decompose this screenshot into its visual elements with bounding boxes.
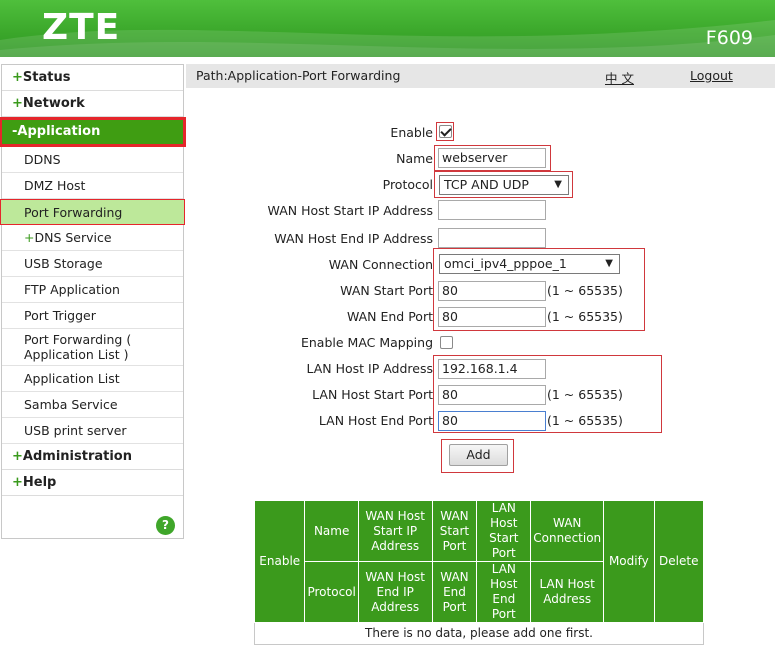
wan-start-port-range: (1 ~ 65535) bbox=[547, 283, 623, 298]
sidebar-item-label: Application List ) bbox=[24, 347, 129, 362]
sidebar-item-label: Port Forwarding bbox=[24, 205, 123, 220]
nav-administration-label: Administration bbox=[22, 449, 132, 464]
wan-start-port-label: WAN Start Port bbox=[340, 283, 433, 298]
wan-connection-select[interactable]: omci_ipv4_pppoe_1 ▼ bbox=[439, 254, 620, 274]
lan-end-port-label: LAN Host End Port bbox=[318, 413, 433, 428]
sidebar-item-application-list[interactable]: Application List bbox=[2, 366, 183, 392]
dropdown-arrow-icon: ▼ bbox=[554, 179, 562, 190]
col-wan-start-ip: WAN Host Start IP Address bbox=[357, 500, 433, 562]
add-button[interactable]: Add bbox=[449, 444, 508, 466]
breadcrumb: Path:Application-Port Forwarding bbox=[196, 68, 401, 83]
nav-status-label: Status bbox=[22, 70, 71, 85]
sidebar-item-port-forwarding-app-list[interactable]: Port Forwarding (Application List ) bbox=[2, 329, 183, 366]
mac-mapping-label: Enable MAC Mapping bbox=[300, 335, 433, 350]
sidebar-item-label: Port Forwarding ( bbox=[24, 332, 132, 347]
expand-plus-icon: + bbox=[12, 96, 23, 111]
wan-connection-selected-value: omci_ipv4_pppoe_1 bbox=[444, 256, 567, 271]
sidebar-item-label: Application List bbox=[24, 371, 120, 386]
lan-ip-input[interactable]: 192.168.1.4 bbox=[438, 359, 546, 379]
col-wan-connection: WAN Connection bbox=[530, 500, 605, 562]
protocol-select[interactable]: TCP AND UDP ▼ bbox=[439, 175, 569, 195]
language-link[interactable]: 中 文 bbox=[605, 68, 634, 87]
model-name: F609 bbox=[705, 27, 753, 49]
expand-plus-icon: + bbox=[12, 449, 23, 464]
wan-start-port-input[interactable]: 80 bbox=[438, 281, 546, 301]
sidebar-item-label: USB Storage bbox=[24, 256, 103, 271]
sidebar-item-label: DMZ Host bbox=[24, 178, 86, 193]
nav-network-label: Network bbox=[22, 96, 85, 111]
nav-application[interactable]: -Application bbox=[0, 117, 186, 147]
wan-end-port-range: (1 ~ 65535) bbox=[547, 309, 623, 324]
wan-end-port-label: WAN End Port bbox=[346, 309, 433, 324]
col-protocol: Protocol bbox=[304, 561, 359, 623]
port-forwarding-table: Enable Name WAN Host Start IP Address WA… bbox=[253, 500, 705, 645]
col-modify: Modify bbox=[603, 500, 655, 623]
col-name: Name bbox=[304, 500, 359, 562]
nav-status[interactable]: +Status bbox=[2, 65, 183, 91]
nav-help-label: Help bbox=[22, 475, 57, 490]
nav-network[interactable]: +Network bbox=[2, 91, 183, 117]
sidebar-item-port-trigger[interactable]: Port Trigger bbox=[2, 303, 183, 329]
col-wan-start-port: WAN Start Port bbox=[431, 500, 478, 562]
nav-administration[interactable]: +Administration bbox=[2, 444, 183, 470]
sidebar-item-ftp-application[interactable]: FTP Application bbox=[2, 277, 183, 303]
sidebar-item-dns-service[interactable]: +DNS Service bbox=[2, 225, 183, 251]
nav-help[interactable]: +Help bbox=[2, 470, 183, 496]
sidebar-item-label: DNS Service bbox=[34, 230, 112, 245]
wan-start-ip-label: WAN Host Start IP Address bbox=[267, 203, 433, 218]
sidebar-item-ddns[interactable]: DDNS bbox=[2, 147, 183, 173]
protocol-label: Protocol bbox=[382, 177, 433, 192]
lan-ip-label: LAN Host IP Address bbox=[306, 361, 433, 376]
logout-link[interactable]: Logout bbox=[690, 68, 733, 83]
wan-start-ip-input[interactable] bbox=[438, 200, 546, 220]
sidebar-item-port-forwarding[interactable]: Port Forwarding bbox=[0, 199, 185, 225]
nav-application-label: Application bbox=[17, 124, 101, 139]
sidebar-item-label: USB print server bbox=[24, 423, 127, 438]
table-row: There is no data, please add one first. bbox=[254, 622, 704, 645]
no-data-message: There is no data, please add one first. bbox=[254, 622, 704, 645]
sidebar-item-dmz-host[interactable]: DMZ Host bbox=[2, 173, 183, 199]
zte-logo: ZTE bbox=[42, 7, 121, 48]
path-bar: Path:Application-Port Forwarding 中 文 Log… bbox=[186, 64, 775, 88]
enable-checkbox[interactable] bbox=[439, 125, 452, 138]
wan-end-ip-input[interactable] bbox=[438, 228, 546, 248]
sidebar-item-samba-service[interactable]: Samba Service bbox=[2, 392, 183, 418]
sidebar-item-label: Samba Service bbox=[24, 397, 118, 412]
help-icon[interactable]: ? bbox=[156, 516, 175, 535]
col-enable: Enable bbox=[253, 500, 306, 623]
protocol-selected-value: TCP AND UDP bbox=[444, 177, 529, 192]
col-lan-ip: LAN Host Address bbox=[530, 561, 605, 623]
expand-plus-icon: + bbox=[12, 475, 23, 490]
col-lan-start-port: LAN Host Start Port bbox=[476, 500, 532, 562]
expand-plus-icon: + bbox=[24, 230, 35, 245]
enable-label: Enable bbox=[390, 125, 433, 140]
expand-plus-icon: + bbox=[12, 70, 23, 85]
table-header-row: Enable Name WAN Host Start IP Address WA… bbox=[253, 500, 705, 623]
sidebar-item-label: Port Trigger bbox=[24, 308, 96, 323]
col-lan-end-port: LAN Host End Port bbox=[476, 561, 532, 623]
lan-start-port-input[interactable]: 80 bbox=[438, 385, 546, 405]
sidebar-item-label: FTP Application bbox=[24, 282, 120, 297]
dropdown-arrow-icon: ▼ bbox=[605, 258, 613, 269]
lan-start-port-range: (1 ~ 65535) bbox=[547, 387, 623, 402]
name-label: Name bbox=[396, 151, 433, 166]
sidebar-item-usb-storage[interactable]: USB Storage bbox=[2, 251, 183, 277]
lan-end-port-input[interactable]: 80 bbox=[438, 411, 546, 431]
col-wan-end-ip: WAN Host End IP Address bbox=[357, 561, 433, 623]
header-banner: ZTE F609 bbox=[0, 0, 775, 57]
mac-mapping-checkbox[interactable] bbox=[440, 336, 453, 349]
wan-end-ip-label: WAN Host End IP Address bbox=[274, 231, 433, 246]
wan-end-port-input[interactable]: 80 bbox=[438, 307, 546, 327]
name-input[interactable]: webserver bbox=[438, 148, 546, 168]
sidebar-item-usb-print-server[interactable]: USB print server bbox=[2, 418, 183, 444]
lan-end-port-range: (1 ~ 65535) bbox=[547, 413, 623, 428]
sidebar-nav: +Status +Network -Application DDNS DMZ H… bbox=[0, 64, 186, 539]
col-wan-end-port: WAN End Port bbox=[431, 561, 478, 623]
wan-connection-label: WAN Connection bbox=[328, 257, 433, 272]
sidebar-item-label: DDNS bbox=[24, 152, 61, 167]
col-delete: Delete bbox=[653, 500, 705, 623]
lan-start-port-label: LAN Host Start Port bbox=[312, 387, 433, 402]
